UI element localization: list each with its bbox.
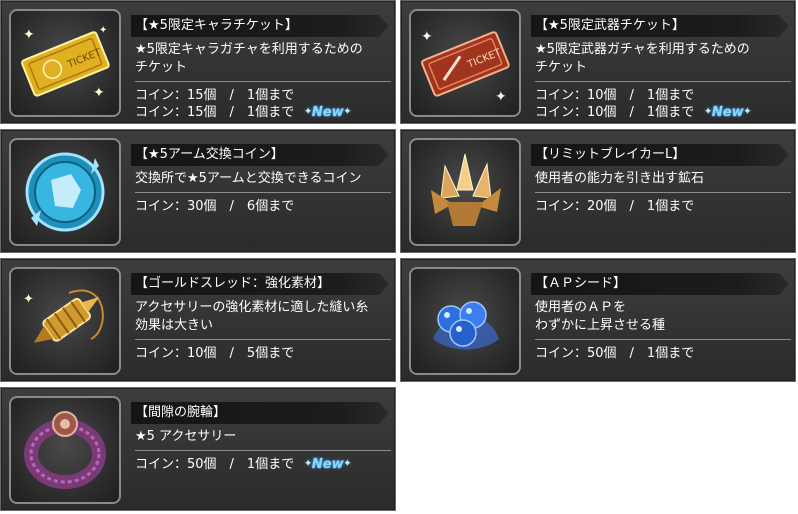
item-description: 使用者の能力を引き出す鉱石	[535, 170, 791, 188]
bracelet-icon	[24, 411, 106, 489]
item-title-bar: 【間隙の腕輪】	[131, 402, 389, 424]
red-ticket-icon: TICKET ✦ ✦	[421, 29, 510, 105]
coin-cost: コイン：30個 / 6個まで	[135, 199, 295, 214]
item-title-bar: 【★5アーム交換コイン】	[131, 144, 389, 166]
svg-text:✦: ✦	[495, 89, 507, 105]
item-title: 【ＡＰシード】	[535, 276, 627, 291]
description-line: 交換所で★5アームと交換できるコイン	[135, 171, 362, 186]
item-description: ★5限定武器ガチャを利用するための チケット	[535, 41, 791, 77]
gold-ticket-icon: TICKET ✦ ✦ ✦	[21, 25, 110, 101]
svg-text:✦: ✦	[23, 27, 35, 43]
shop-item-card[interactable]: 【ＡＰシード】 使用者のＡＰを わずかに上昇させる種 コイン：50個 / 1個ま…	[400, 258, 796, 382]
item-title-bar: 【★5限定キャラチケット】	[131, 15, 389, 37]
item-description: ★5 アクセサリー	[135, 428, 391, 446]
item-title: 【リミットブレイカーL】	[535, 147, 686, 162]
item-title-bar: 【★5限定武器チケット】	[531, 15, 789, 37]
divider	[135, 192, 391, 193]
new-badge: ✦New✦	[704, 105, 752, 120]
coin-cost: コイン：15個 / 1個まで	[135, 88, 295, 103]
shop-item-card[interactable]: 【間隙の腕輪】 ★5 アクセサリー コイン：50個 / 1個まで ✦New✦	[0, 387, 396, 511]
item-description: アクセサリーの強化素材に適した縫い糸 効果は大きい	[135, 299, 391, 335]
description-line: わずかに上昇させる種	[535, 318, 666, 333]
item-thumbnail: TICKET ✦ ✦ ✦	[9, 9, 121, 117]
description-line: ★5限定武器ガチャを利用するための	[535, 42, 750, 57]
shop-item-card[interactable]: TICKET ✦ ✦ ✦ 【★5限定キャラチケット】 ★5限定キャラガチャを利用…	[0, 0, 396, 124]
coin-cost: コイン：10個 / 1個まで ✦New✦	[535, 104, 751, 121]
item-thumbnail: ✦	[9, 267, 121, 375]
shop-item-grid: TICKET ✦ ✦ ✦ 【★5限定キャラチケット】 ★5限定キャラガチャを利用…	[0, 0, 798, 514]
coin-cost-text: コイン：15個 / 1個まで	[135, 105, 295, 120]
item-title: 【★5限定キャラチケット】	[135, 18, 298, 33]
svg-text:✦: ✦	[23, 292, 34, 307]
shop-item-card[interactable]: 【リミットブレイカーL】 使用者の能力を引き出す鉱石 コイン：20個 / 1個ま…	[400, 129, 796, 253]
ap-seed-icon	[433, 301, 499, 350]
item-thumbnail	[409, 267, 521, 375]
divider	[135, 450, 391, 451]
item-thumbnail	[9, 138, 121, 246]
divider	[135, 339, 391, 340]
description-line: チケット	[135, 60, 188, 75]
coin-cost: コイン：50個 / 1個まで ✦New✦	[135, 456, 351, 473]
item-description: 使用者のＡＰを わずかに上昇させる種	[535, 299, 791, 335]
item-thumbnail	[409, 138, 521, 246]
svg-text:✦: ✦	[421, 29, 433, 45]
new-badge: ✦New✦	[304, 457, 352, 472]
coin-cost-text: コイン：10個 / 1個まで	[535, 105, 695, 120]
divider	[135, 81, 391, 82]
item-thumbnail: TICKET ✦ ✦	[409, 9, 521, 117]
item-description: ★5限定キャラガチャを利用するための チケット	[135, 41, 391, 77]
coin-cost: コイン：10個 / 5個まで	[135, 346, 295, 361]
gold-thread-icon: ✦	[23, 289, 104, 343]
crystal-ore-icon	[431, 153, 501, 226]
divider	[535, 339, 791, 340]
divider	[535, 192, 791, 193]
shop-item-card[interactable]: TICKET ✦ ✦ 【★5限定武器チケット】 ★5限定武器ガチャを利用するため…	[400, 0, 796, 124]
divider	[535, 81, 791, 82]
coin-cost-text: コイン：50個 / 1個まで	[135, 457, 295, 472]
description-line: ★5 アクセサリー	[135, 429, 237, 444]
coin-cost: コイン：10個 / 1個まで	[535, 88, 695, 103]
item-title: 【★5限定武器チケット】	[535, 18, 685, 33]
description-line: 使用者の能力を引き出す鉱石	[535, 171, 705, 186]
coin-cost: コイン：50個 / 1個まで	[535, 346, 695, 361]
description-line: チケット	[535, 60, 588, 75]
item-thumbnail	[9, 396, 121, 504]
item-title: 【間隙の腕輪】	[135, 405, 227, 420]
coin-cost: コイン：20個 / 1個まで	[535, 199, 695, 214]
shop-item-card[interactable]: ✦ 【ゴールドスレッド：強化素材】 アクセサリーの強化素材に適した縫い糸 効果は…	[0, 258, 396, 382]
svg-text:✦: ✦	[99, 25, 107, 36]
arm-coin-icon	[25, 152, 105, 232]
shop-item-card[interactable]: 【★5アーム交換コイン】 交換所で★5アームと交換できるコイン コイン：30個 …	[0, 129, 396, 253]
description-line: ★5限定キャラガチャを利用するための	[135, 42, 363, 57]
svg-text:✦: ✦	[93, 85, 105, 101]
item-title-bar: 【ＡＰシード】	[531, 273, 789, 295]
coin-cost: コイン：15個 / 1個まで ✦New✦	[135, 104, 351, 121]
item-title: 【ゴールドスレッド：強化素材】	[135, 276, 331, 291]
description-line: 使用者のＡＰを	[535, 300, 627, 315]
item-description: 交換所で★5アームと交換できるコイン	[135, 170, 391, 188]
item-title-bar: 【ゴールドスレッド：強化素材】	[131, 273, 389, 295]
new-badge: ✦New✦	[304, 105, 352, 120]
item-title: 【★5アーム交換コイン】	[135, 147, 284, 162]
description-line: 効果は大きい	[135, 318, 214, 333]
description-line: アクセサリーの強化素材に適した縫い糸	[135, 300, 369, 315]
item-title-bar: 【リミットブレイカーL】	[531, 144, 789, 166]
